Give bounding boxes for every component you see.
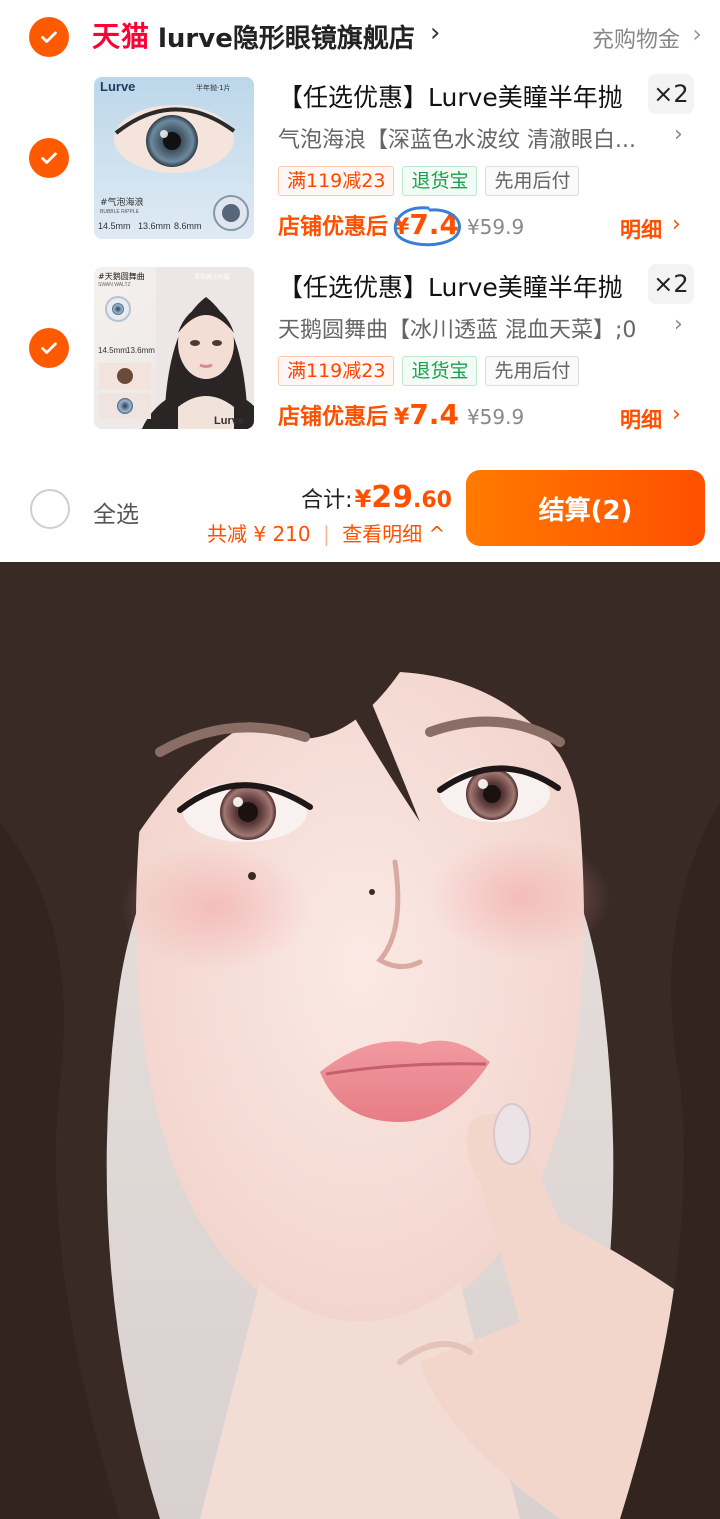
currency-symbol: ¥ <box>354 485 372 513</box>
thumb-tag: #天鹅圆舞曲 <box>98 271 145 281</box>
total-amount-integer: 29 <box>371 480 414 515</box>
total-label: 合计: <box>301 488 353 513</box>
savings-summary: 共减 ¥ 210 | 查看明细 ^ <box>207 518 445 547</box>
product-thumbnail[interactable]: Lurve 半年抛·1片 #气泡海浪 BUBBLE RIPPLE 14.5mm … <box>94 77 254 239</box>
pay-later-tag: 先用后付 <box>485 166 580 196</box>
item-checkbox[interactable] <box>29 328 69 368</box>
discounted-price: 7.4 <box>409 398 459 431</box>
cart-item: #天鹅圆舞曲 SWAN WALTZ 半年抛·1片装 14.5mm 13.6mm … <box>0 262 720 442</box>
product-image: Lurve 半年抛·1片 #气泡海浪 BUBBLE RIPPLE 14.5mm … <box>94 77 254 239</box>
discount-tag: 满119减23 <box>278 166 395 196</box>
checkout-bar: 全选 合计: ¥ 29 .60 共减 ¥ 210 | 查看明细 ^ 结算(2) <box>0 462 720 558</box>
savings-amount: 共减 ¥ 210 <box>207 522 311 546</box>
view-detail-link[interactable]: 查看明细 ^ <box>342 522 445 546</box>
select-all-checkbox[interactable] <box>30 489 70 529</box>
check-icon <box>41 342 57 354</box>
item-checkbox[interactable] <box>29 138 69 178</box>
currency-symbol: ¥ <box>394 405 410 430</box>
store-header: 天猫 lurve隐形眼镜旗舰店 › 充购物金 › <box>0 0 720 72</box>
store-checkbox[interactable] <box>29 17 69 57</box>
price-label: 店铺优惠后 <box>278 405 389 430</box>
price-detail-link[interactable]: 明细 <box>620 214 662 244</box>
chevron-right-icon: › <box>674 312 683 337</box>
product-image: #天鹅圆舞曲 SWAN WALTZ 半年抛·1片装 14.5mm 13.6mm … <box>94 267 254 429</box>
thumb-tag-en: BUBBLE RIPPLE <box>100 209 140 215</box>
thumb-spec: 14.5mm <box>98 346 127 355</box>
total-price: 合计: ¥ 29 .60 <box>301 480 452 515</box>
select-all-label[interactable]: 全选 <box>93 495 139 529</box>
return-insurance-tag: 退货宝 <box>402 166 478 196</box>
thumb-spec: 8.6mm <box>174 221 202 231</box>
thumb-brand: Lurve <box>100 79 135 94</box>
shopping-cart-panel: 天猫 lurve隐形眼镜旗舰店 › 充购物金 › Lurve 半年抛·1片 #气… <box>0 0 720 560</box>
chevron-right-icon: › <box>672 402 681 427</box>
thumb-badge: 半年抛·1片装 <box>194 273 230 281</box>
sku-selector[interactable]: 天鹅圆舞曲【冰川透蓝 混血天菜】;0 <box>278 312 668 344</box>
promo-tags: 满119减23 退货宝 先用后付 <box>278 166 580 196</box>
price-row: 店铺优惠后 ¥ 7.4 ¥59.9 <box>278 206 525 248</box>
quantity-badge[interactable]: ×2 <box>648 264 694 304</box>
tmall-logo: 天猫 <box>92 20 151 53</box>
model-portrait-image <box>0 562 720 1519</box>
chevron-right-icon: › <box>672 212 681 237</box>
rebate-link[interactable]: 充购物金 <box>592 22 680 54</box>
product-title[interactable]: 【任选优惠】Lurve美瞳半年抛 <box>278 268 623 304</box>
cart-item: Lurve 半年抛·1片 #气泡海浪 BUBBLE RIPPLE 14.5mm … <box>0 72 720 252</box>
product-thumbnail[interactable]: #天鹅圆舞曲 SWAN WALTZ 半年抛·1片装 14.5mm 13.6mm … <box>94 267 254 429</box>
thumb-tag: #气泡海浪 <box>100 196 144 208</box>
price-detail-link[interactable]: 明细 <box>620 404 662 434</box>
hand-drawn-circle-annotation <box>393 206 462 247</box>
original-price: ¥59.9 <box>466 405 525 429</box>
chevron-right-icon: › <box>430 18 441 48</box>
original-price: ¥59.9 <box>466 215 525 239</box>
thumb-badge: 半年抛·1片 <box>196 83 231 92</box>
thumb-spec: 13.6mm <box>138 221 171 231</box>
product-title[interactable]: 【任选优惠】Lurve美瞳半年抛 <box>278 78 623 114</box>
thumb-tag-en: SWAN WALTZ <box>98 282 131 288</box>
thumb-brand: Lurve <box>214 415 244 427</box>
promo-tags: 满119减23 退货宝 先用后付 <box>278 356 580 386</box>
chevron-right-icon: › <box>674 122 683 147</box>
chevron-right-icon: › <box>692 20 702 48</box>
separator: | <box>322 522 330 546</box>
quantity-badge[interactable]: ×2 <box>648 74 694 114</box>
model-promo-photo <box>0 562 720 1519</box>
price-row: 店铺优惠后 ¥ 7.4 ¥59.9 <box>278 398 524 438</box>
thumb-spec: 14.5mm <box>98 221 131 231</box>
sku-selector[interactable]: 气泡海浪【深蓝色水波纹 清澈眼白... <box>278 122 668 154</box>
check-icon <box>41 31 57 43</box>
total-amount-decimal: .60 <box>413 488 452 513</box>
thumb-spec: 13.6mm <box>126 346 155 355</box>
pay-later-tag: 先用后付 <box>485 356 580 386</box>
store-name-link[interactable]: lurve隐形眼镜旗舰店 <box>158 18 415 55</box>
discount-tag: 满119减23 <box>278 356 395 386</box>
check-icon <box>41 152 57 164</box>
price-label: 店铺优惠后 <box>278 215 389 240</box>
checkout-button[interactable]: 结算(2) <box>466 470 705 546</box>
return-insurance-tag: 退货宝 <box>402 356 478 386</box>
